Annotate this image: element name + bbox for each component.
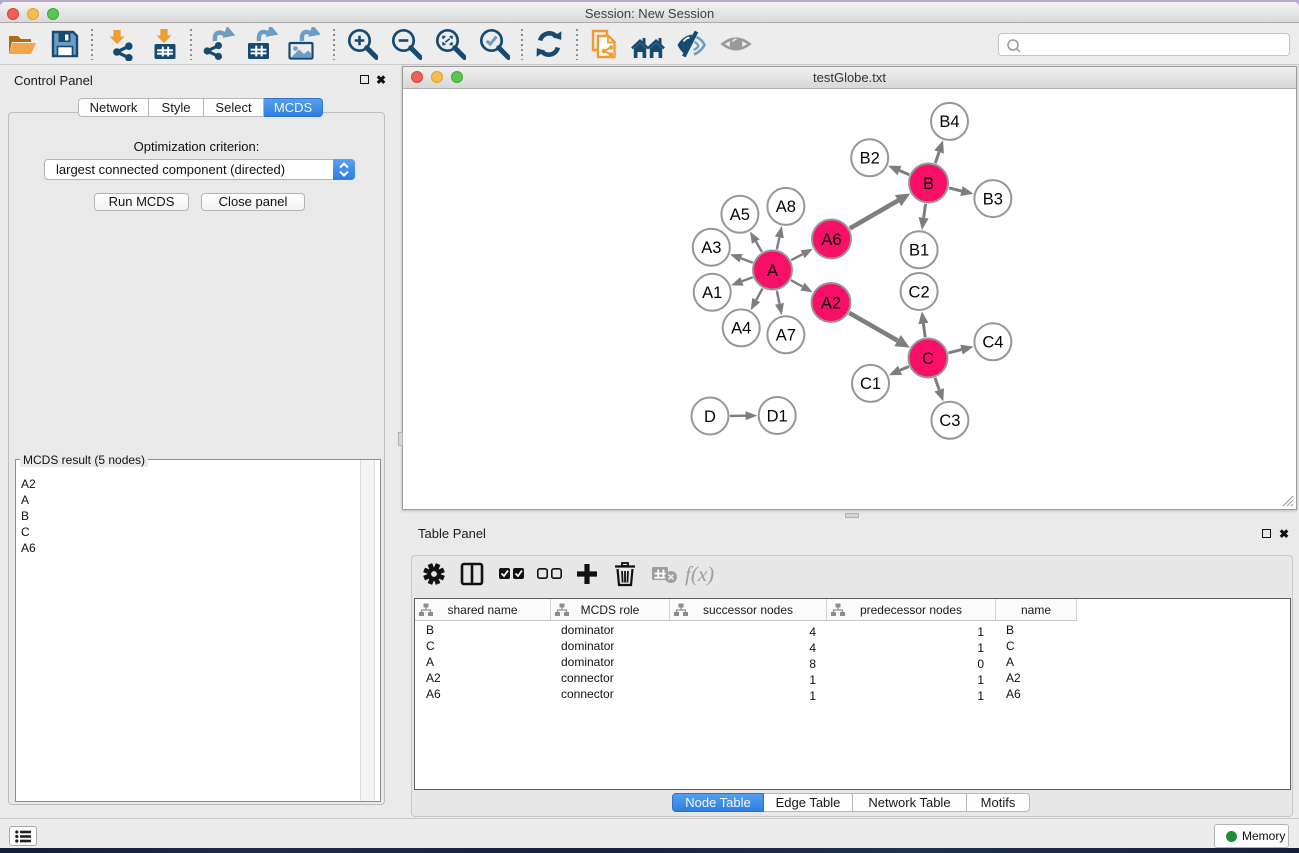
svg-text:C2: C2 — [908, 283, 929, 301]
svg-text:C1: C1 — [859, 375, 880, 393]
svg-text:A1: A1 — [702, 284, 722, 302]
svg-text:A4: A4 — [731, 319, 751, 337]
svg-text:A6: A6 — [821, 230, 841, 248]
svg-text:A3: A3 — [701, 239, 721, 257]
svg-text:A2: A2 — [820, 294, 840, 312]
svg-text:C: C — [922, 349, 934, 367]
svg-text:B1: B1 — [909, 241, 929, 259]
svg-text:D: D — [704, 407, 716, 425]
svg-text:A8: A8 — [775, 198, 795, 216]
svg-text:C4: C4 — [982, 333, 1003, 351]
svg-text:C3: C3 — [939, 412, 960, 430]
svg-text:A5: A5 — [729, 206, 749, 224]
svg-text:B2: B2 — [859, 149, 879, 167]
svg-text:B4: B4 — [939, 113, 959, 131]
svg-text:B3: B3 — [982, 190, 1002, 208]
svg-text:A: A — [766, 261, 777, 279]
svg-text:B: B — [922, 174, 933, 192]
svg-text:A7: A7 — [775, 326, 795, 344]
svg-text:D1: D1 — [766, 407, 787, 425]
